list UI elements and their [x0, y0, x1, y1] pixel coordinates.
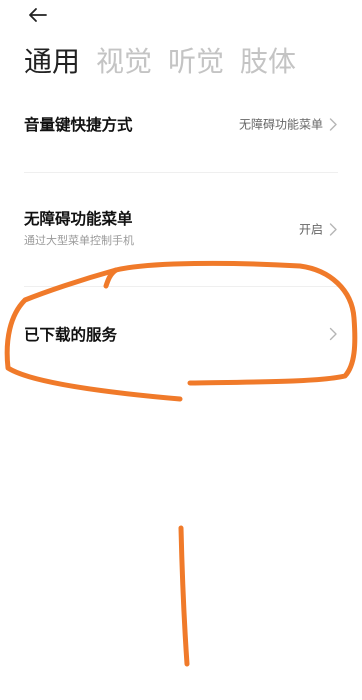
- accessibility-menu-status: 开启: [298, 222, 323, 237]
- tab-vision[interactable]: 视觉: [96, 44, 152, 80]
- tab-physical[interactable]: 肢体: [240, 44, 296, 80]
- back-button[interactable]: [24, 2, 52, 28]
- annotation-overlay: [4, 260, 358, 667]
- accessibility-menu-item[interactable]: 无障碍功能菜单 通过大型菜单控制手机 开启: [24, 207, 338, 251]
- downloaded-services-value-group: [329, 327, 338, 341]
- chevron-right-icon: [329, 327, 337, 341]
- volume-key-shortcut-label: 音量键快捷方式: [24, 116, 133, 134]
- accessibility-menu-description: 通过大型菜单控制手机: [24, 234, 134, 247]
- accessibility-menu-text: 无障碍功能菜单 通过大型菜单控制手机: [24, 207, 338, 248]
- tab-general[interactable]: 通用: [24, 44, 80, 80]
- downloaded-services-label: 已下载的服务: [24, 326, 118, 344]
- chevron-right-icon: [329, 117, 337, 131]
- category-tabs: 通用 视觉 听觉 肢体: [24, 44, 296, 80]
- volume-key-shortcut-value-group: 无障碍功能菜单: [239, 116, 338, 133]
- arrow-left-icon: [29, 8, 47, 22]
- divider: [24, 286, 338, 287]
- accessibility-menu-value-group: 开启: [299, 221, 338, 238]
- volume-key-shortcut-value: 无障碍功能菜单: [238, 117, 323, 132]
- chevron-right-icon: [329, 222, 337, 236]
- downloaded-services-item[interactable]: 已下载的服务: [24, 318, 338, 350]
- divider: [24, 172, 338, 173]
- volume-key-shortcut-item[interactable]: 音量键快捷方式 无障碍功能菜单: [24, 108, 338, 140]
- tab-hearing[interactable]: 听觉: [168, 44, 224, 80]
- annotation-arrow-stroke: [178, 525, 190, 667]
- accessibility-settings-page: 通用 视觉 听觉 肢体 音量键快捷方式 无障碍功能菜单 无障碍功能菜单 通过大型…: [0, 0, 362, 700]
- accessibility-menu-label: 无障碍功能菜单: [24, 210, 133, 228]
